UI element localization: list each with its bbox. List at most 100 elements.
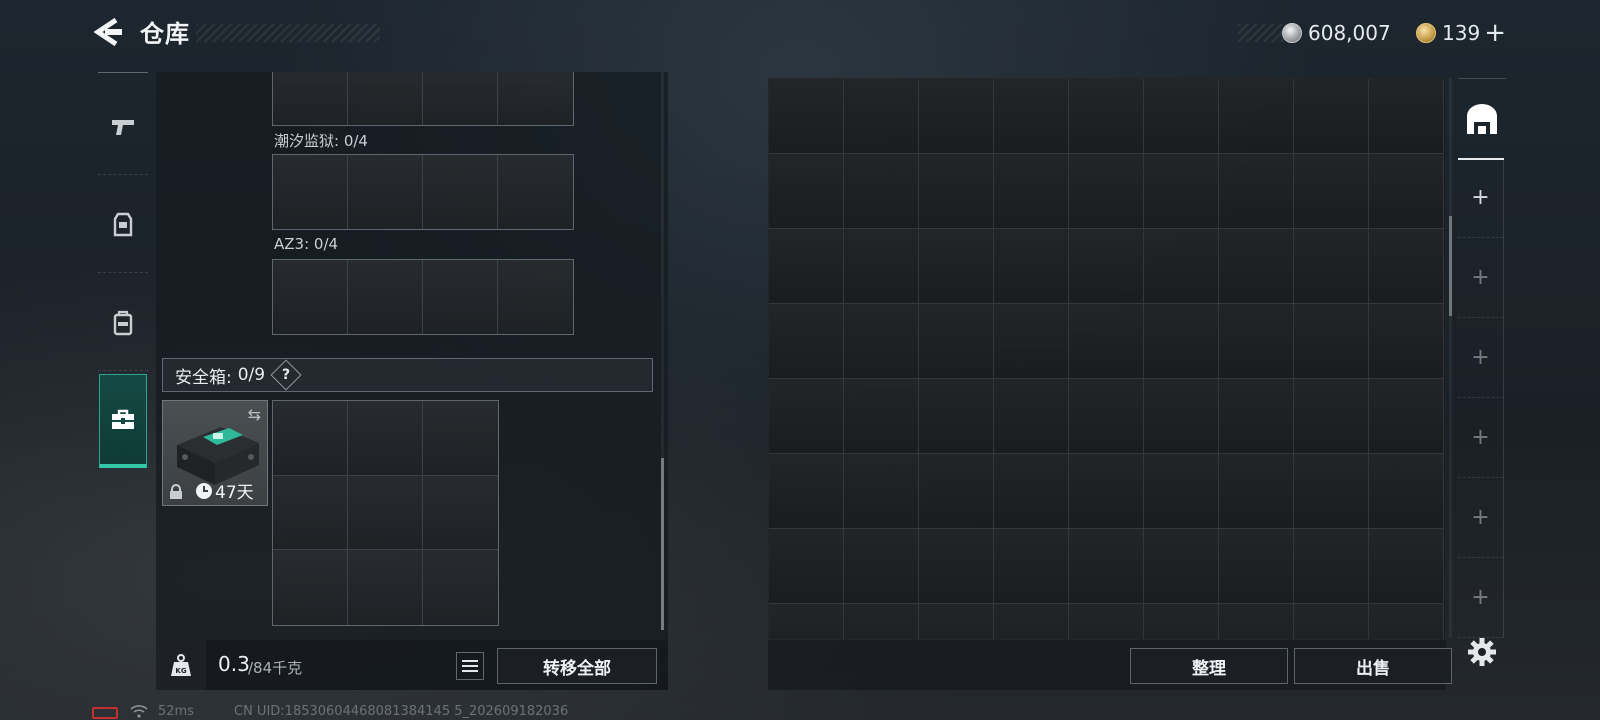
storage-slot[interactable] [1144, 529, 1219, 604]
storage-slot[interactable] [844, 529, 919, 604]
storage-slot[interactable] [1294, 379, 1369, 454]
storage-slot[interactable] [1069, 454, 1144, 529]
storage-slot[interactable] [1294, 529, 1369, 604]
storage-slot[interactable] [1219, 529, 1294, 604]
add-currency-button[interactable]: + [1484, 20, 1506, 46]
storage-slot[interactable] [994, 229, 1069, 304]
storage-slot[interactable] [994, 79, 1069, 154]
add-storage-button[interactable]: + [1458, 558, 1504, 638]
storage-slot[interactable] [844, 379, 919, 454]
storage-slot[interactable] [1069, 604, 1144, 639]
storage-slot[interactable] [1069, 229, 1144, 304]
storage-slot[interactable] [919, 454, 994, 529]
storage-slot[interactable] [769, 454, 844, 529]
storage-slot[interactable] [919, 79, 994, 154]
add-storage-button[interactable]: + [1458, 158, 1504, 238]
storage-slot[interactable] [919, 379, 994, 454]
storage-slot[interactable] [769, 604, 844, 639]
storage-slot[interactable] [844, 454, 919, 529]
left-scrollbar[interactable] [661, 72, 664, 630]
add-storage-button[interactable]: + [1458, 478, 1504, 558]
storage-slot[interactable] [1219, 454, 1294, 529]
list-view-button[interactable] [456, 652, 484, 680]
grid-slot[interactable] [498, 155, 573, 229]
storage-slot[interactable] [994, 604, 1069, 639]
storage-slot[interactable] [919, 229, 994, 304]
add-storage-button[interactable]: + [1458, 238, 1504, 318]
grid-slot[interactable] [273, 550, 348, 625]
swap-icon[interactable]: ⇆ [248, 405, 261, 424]
storage-slot[interactable] [1294, 229, 1369, 304]
add-storage-button[interactable]: + [1458, 318, 1504, 398]
storage-slot[interactable] [1144, 229, 1219, 304]
storage-slot[interactable] [1144, 454, 1219, 529]
grid-slot[interactable] [348, 401, 423, 476]
grid-slot[interactable] [348, 72, 423, 125]
back-button[interactable] [92, 16, 122, 48]
storage-slot[interactable] [994, 154, 1069, 229]
help-button[interactable]: ? [270, 359, 302, 391]
tab-backpack[interactable] [93, 276, 153, 370]
storage-slot[interactable] [994, 454, 1069, 529]
storage-slot[interactable] [994, 529, 1069, 604]
grid-slot[interactable] [348, 475, 423, 551]
storage-slot[interactable] [1219, 79, 1294, 154]
grid-slot[interactable] [273, 475, 348, 551]
storage-slot[interactable] [1294, 79, 1369, 154]
add-storage-button[interactable]: + [1458, 398, 1504, 478]
tab-weapons[interactable] [93, 80, 153, 174]
safebox-item-card[interactable]: ⇆ 47天 [162, 400, 268, 506]
storage-slot[interactable] [1069, 79, 1144, 154]
storage-slot[interactable] [1219, 604, 1294, 639]
organize-button[interactable]: 整理 [1130, 648, 1288, 684]
storage-slot[interactable] [844, 154, 919, 229]
storage-slot[interactable] [919, 529, 994, 604]
storage-slot[interactable] [1219, 229, 1294, 304]
storage-slot[interactable] [1369, 229, 1444, 304]
left-scrollbar-thumb[interactable] [661, 458, 664, 630]
storage-slot[interactable] [769, 529, 844, 604]
storage-slot[interactable] [1294, 454, 1369, 529]
storage-slot[interactable] [844, 604, 919, 639]
storage-slot[interactable] [1219, 379, 1294, 454]
storage-tab[interactable] [1458, 78, 1506, 158]
storage-slot[interactable] [1069, 154, 1144, 229]
storage-slot[interactable] [1144, 604, 1219, 639]
storage-slot[interactable] [1294, 154, 1369, 229]
storage-slot[interactable] [1369, 454, 1444, 529]
right-scrollbar-thumb[interactable] [1449, 216, 1452, 316]
tab-safebox[interactable] [99, 374, 147, 468]
storage-slot[interactable] [844, 79, 919, 154]
storage-slot[interactable] [769, 379, 844, 454]
storage-slot[interactable] [844, 304, 919, 379]
storage-slot[interactable] [1369, 304, 1444, 379]
storage-slot[interactable] [1369, 379, 1444, 454]
grid-slot[interactable] [498, 72, 573, 125]
settings-gear-icon[interactable] [1466, 636, 1498, 668]
grid-slot[interactable] [423, 401, 498, 476]
storage-slot[interactable] [919, 604, 994, 639]
storage-slot[interactable] [1294, 604, 1369, 639]
storage-slot[interactable] [994, 379, 1069, 454]
grid-slot[interactable] [423, 475, 498, 551]
storage-slot[interactable] [1369, 604, 1444, 639]
storage-slot[interactable] [1219, 304, 1294, 379]
storage-slot[interactable] [1144, 379, 1219, 454]
grid-slot[interactable] [423, 260, 498, 334]
grid-slot[interactable] [273, 401, 348, 476]
right-scrollbar[interactable] [1449, 78, 1452, 638]
tab-armor[interactable] [93, 178, 153, 272]
grid-slot[interactable] [348, 550, 423, 625]
storage-slot[interactable] [1069, 379, 1144, 454]
grid-slot[interactable] [423, 155, 498, 229]
grid-slot[interactable] [273, 72, 348, 125]
storage-slot[interactable] [1069, 529, 1144, 604]
storage-slot[interactable] [769, 304, 844, 379]
grid-slot[interactable] [423, 550, 498, 625]
storage-slot[interactable] [919, 304, 994, 379]
grid-slot[interactable] [498, 260, 573, 334]
storage-slot[interactable] [1144, 304, 1219, 379]
storage-slot[interactable] [769, 79, 844, 154]
sell-button[interactable]: 出售 [1294, 648, 1452, 684]
storage-slot[interactable] [1144, 79, 1219, 154]
